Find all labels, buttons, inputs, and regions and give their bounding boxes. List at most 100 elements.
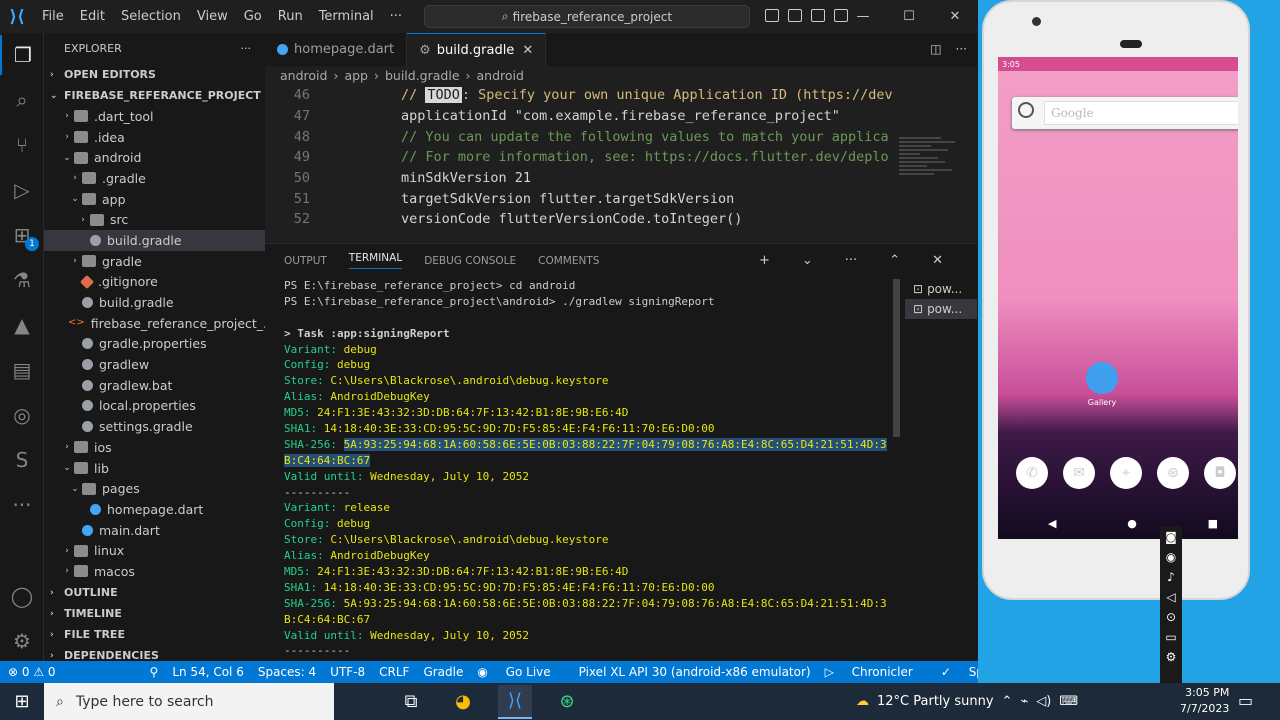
- json-icon[interactable]: ◎: [0, 395, 44, 435]
- explorer-more-button[interactable]: ···: [241, 42, 252, 55]
- extensions-icon[interactable]: ⊞ 1: [0, 215, 44, 255]
- phone-screen[interactable]: 3:05 Google Gallery ✆ ✉ ⌖ ⊛ ◘ ◀ ● ■: [998, 57, 1238, 539]
- camera-app-icon[interactable]: ◘: [1204, 457, 1236, 489]
- tab-comments[interactable]: COMMENTS: [538, 255, 599, 267]
- menu-view[interactable]: View: [189, 9, 236, 24]
- close-panel-icon[interactable]: ✕: [932, 253, 943, 268]
- explorer-icon[interactable]: ❐: [0, 35, 44, 75]
- tree-item[interactable]: ⌄ android: [44, 147, 265, 168]
- tree-item[interactable]: › .dart_tool: [44, 106, 265, 127]
- menu-file[interactable]: File: [34, 9, 72, 24]
- tree-item[interactable]: build.gradle: [44, 292, 265, 313]
- tree-item[interactable]: › gradle: [44, 251, 265, 272]
- manage-gear-icon[interactable]: ⚙: [0, 621, 44, 661]
- tree-item[interactable]: ⌄ lib: [44, 458, 265, 479]
- breadcrumb-app[interactable]: app: [344, 68, 368, 83]
- windows-start-icon[interactable]: ⊞: [0, 691, 44, 712]
- location-icon[interactable]: ⊙: [1166, 610, 1176, 624]
- emulator-taskbar-icon[interactable]: ⊛: [550, 685, 584, 719]
- tree-item[interactable]: <> firebase_referance_project_...: [44, 313, 265, 334]
- open-editors-section[interactable]: › OPEN EDITORS: [44, 64, 265, 85]
- toggle-secondary-sidebar-icon[interactable]: [811, 9, 825, 22]
- record-icon[interactable]: ◉: [1166, 550, 1176, 564]
- tree-item[interactable]: › macos: [44, 561, 265, 582]
- tree-item[interactable]: homepage.dart: [44, 499, 265, 520]
- tree-item[interactable]: .gitignore: [44, 272, 265, 293]
- breadcrumb-android[interactable]: android: [280, 68, 327, 83]
- more-actions-icon[interactable]: ···: [845, 253, 857, 268]
- problems-indicator[interactable]: ⊗ 0 ⚠ 0: [8, 665, 56, 679]
- settings-icon[interactable]: ⚙: [1166, 650, 1177, 664]
- tree-item[interactable]: settings.gradle: [44, 416, 265, 437]
- git-graph-icon[interactable]: ⚲: [150, 665, 159, 679]
- breadcrumb-symbol[interactable]: android: [477, 68, 524, 83]
- editor-more-icon[interactable]: ···: [956, 42, 967, 56]
- back-nav-icon[interactable]: ◀: [1048, 517, 1056, 530]
- split-editor-icon[interactable]: ◫: [930, 42, 941, 56]
- maximize-button[interactable]: ☐: [886, 9, 932, 24]
- tree-item[interactable]: ⌄ pages: [44, 478, 265, 499]
- tree-item[interactable]: ⌄ app: [44, 189, 265, 210]
- timeline-section[interactable]: › TIMELINE: [44, 603, 265, 624]
- tree-item[interactable]: gradlew.bat: [44, 375, 265, 396]
- keyboard-icon[interactable]: ⌨: [1059, 694, 1078, 709]
- tree-item[interactable]: › linux: [44, 540, 265, 561]
- minimize-button[interactable]: —: [840, 9, 886, 24]
- messages-app-icon[interactable]: ✉: [1063, 457, 1095, 489]
- taskbar-clock[interactable]: 3:05 PM 7/7/2023: [1180, 685, 1229, 717]
- maximize-panel-icon[interactable]: ⌃: [889, 253, 900, 268]
- tab-terminal[interactable]: TERMINAL: [348, 252, 403, 269]
- android-app-icon[interactable]: ⊛: [1157, 457, 1189, 489]
- taskbar-search[interactable]: ⌕ Type here to search: [44, 683, 334, 720]
- go-live-button[interactable]: ◉ Go Live: [477, 665, 564, 679]
- tab-build-gradle[interactable]: ⚙ build.gradle ✕: [407, 33, 547, 66]
- testing-icon[interactable]: ⚗: [0, 260, 44, 300]
- menu-edit[interactable]: Edit: [72, 9, 113, 24]
- phone-app-icon[interactable]: ✆: [1016, 457, 1048, 489]
- window-icon[interactable]: ▭: [1165, 630, 1176, 644]
- tree-item[interactable]: build.gradle: [44, 230, 265, 251]
- tree-item[interactable]: › .idea: [44, 127, 265, 148]
- tree-item[interactable]: › ios: [44, 437, 265, 458]
- indentation[interactable]: Spaces: 4: [258, 665, 316, 679]
- tab-debug-console[interactable]: DEBUG CONSOLE: [424, 255, 516, 267]
- screenshot-icon[interactable]: ◙: [1165, 530, 1177, 544]
- code-editor[interactable]: 46 // TODO: Specify your own unique Appli…: [265, 85, 977, 230]
- cursor-position[interactable]: Ln 54, Col 6: [172, 665, 244, 679]
- close-window-button[interactable]: ✕: [932, 9, 978, 24]
- line-endings[interactable]: CRLF: [379, 665, 409, 679]
- search-view-icon[interactable]: ⌕: [0, 80, 44, 120]
- gallery-app[interactable]: Gallery: [1082, 362, 1122, 407]
- project-section[interactable]: ⌄ FIREBASE_REFERANCE_PROJECT: [44, 85, 265, 106]
- menu-run[interactable]: Run: [270, 9, 311, 24]
- task-view-icon[interactable]: ⧉: [394, 685, 428, 719]
- toggle-panel-icon[interactable]: [788, 9, 802, 22]
- outline-section[interactable]: › OUTLINE: [44, 582, 265, 603]
- terminal-dropdown-icon[interactable]: ⌄: [802, 253, 813, 268]
- flutter-icon[interactable]: ▲: [0, 305, 44, 345]
- recents-nav-icon[interactable]: ■: [1208, 517, 1218, 530]
- source-control-icon[interactable]: ⑂: [0, 125, 44, 165]
- volume-icon[interactable]: ◁: [1166, 590, 1175, 604]
- more-views-icon[interactable]: ···: [0, 485, 44, 525]
- weather-label[interactable]: 12°C Partly sunny: [877, 694, 994, 709]
- google-search-field[interactable]: Google: [1044, 101, 1238, 125]
- chronicler-button[interactable]: ▷ Chronicler: [825, 665, 927, 679]
- terminal-output[interactable]: PS E:\firebase_referance_project> cd and…: [284, 278, 887, 659]
- tab-output[interactable]: OUTPUT: [284, 255, 327, 267]
- minimap[interactable]: [899, 135, 969, 245]
- menu-selection[interactable]: Selection: [113, 9, 189, 24]
- accounts-icon[interactable]: ◯: [0, 576, 44, 616]
- toggle-sidebar-icon[interactable]: [765, 9, 779, 22]
- flutter-device[interactable]: Pixel XL API 30 (android-x86 emulator): [579, 665, 811, 679]
- tree-item[interactable]: main.dart: [44, 520, 265, 541]
- command-center-search[interactable]: ⌕ firebase_referance_project: [424, 5, 750, 28]
- new-terminal-icon[interactable]: +: [759, 253, 770, 268]
- terminal-item[interactable]: ⊡ pow...: [905, 279, 977, 299]
- notification-center-icon[interactable]: ▭: [1238, 691, 1253, 710]
- tray-chevron-icon[interactable]: ⌃: [1002, 694, 1013, 709]
- close-tab-icon[interactable]: ✕: [522, 43, 533, 58]
- menu-go[interactable]: Go: [236, 9, 270, 24]
- vscode-taskbar-icon[interactable]: ⟩⟨: [498, 684, 532, 719]
- encoding[interactable]: UTF-8: [330, 665, 365, 679]
